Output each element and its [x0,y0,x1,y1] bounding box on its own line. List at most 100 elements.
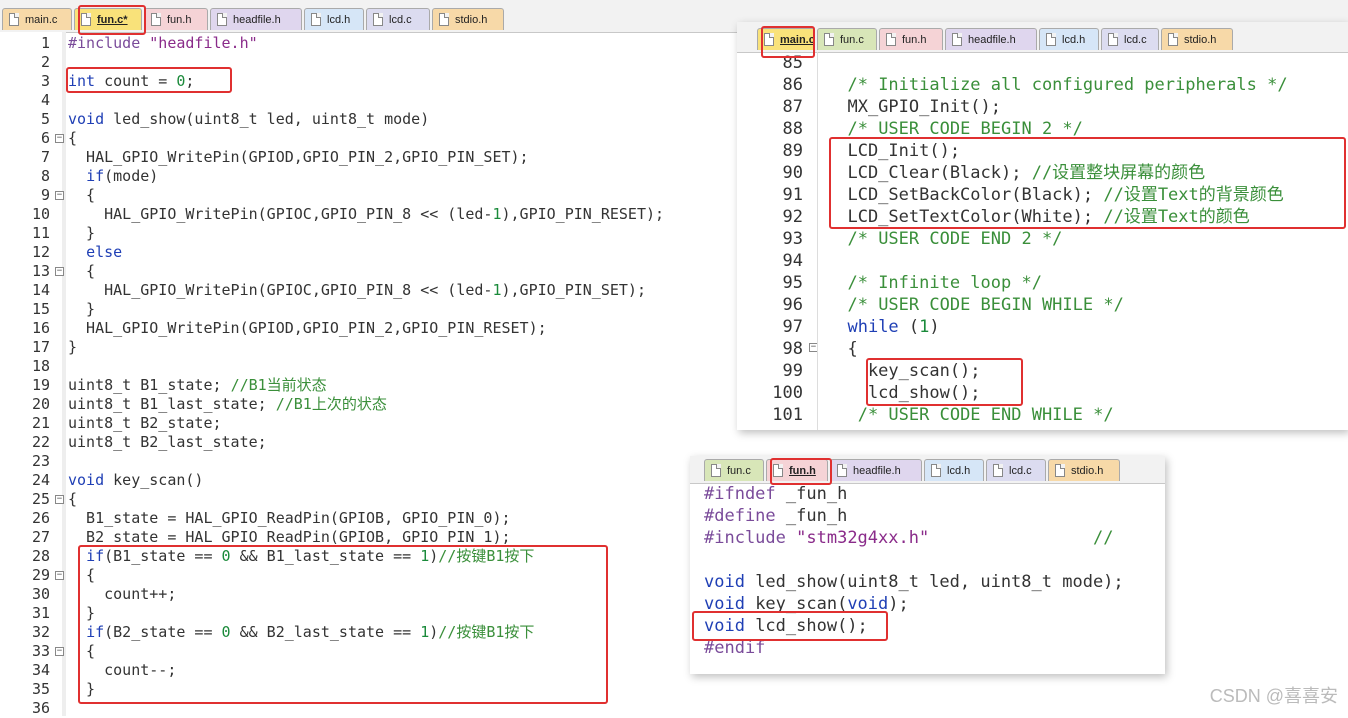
tab-lcd-c[interactable]: lcd.c [366,8,430,30]
file-icon [81,13,91,26]
code-line: } [68,224,96,242]
tab-headfile-h[interactable]: headfile.h [830,459,922,481]
line-number: 19 [31,376,50,394]
line-number: 31 [31,604,50,622]
line-number: 16 [31,319,50,337]
file-icon [439,13,449,26]
code-line: /* USER CODE END 2 */ [847,229,1063,249]
code-line: { [68,566,96,584]
fold-toggle-icon[interactable]: − [55,191,64,200]
line-number: 3 [40,72,50,90]
fold-toggle-icon[interactable]: − [55,571,64,580]
file-icon [1046,33,1056,46]
code-line: } [68,604,96,622]
code-line: /* Initialize all configured peripherals… [847,75,1288,95]
file-icon [824,33,834,46]
code-line: /* Infinite loop */ [847,273,1042,293]
code-line: void led_show(uint8_t led, uint8_t mode) [68,110,430,128]
tab-label: lcd.h [327,13,351,26]
line-number: 6 [40,129,50,147]
code-line: if(B1_state == 0 && B1_last_state == 1)/… [86,547,535,565]
line-number: 29 [31,566,50,584]
code-line: count++; [68,585,177,603]
line-number: 22 [31,433,50,451]
watermark: CSDN @喜喜安 [1209,686,1338,706]
line-number: 21 [31,414,50,432]
line-number: 15 [31,300,50,318]
fold-toggle-icon[interactable]: − [55,647,64,656]
tab-label: stdio.h [455,13,488,26]
code-line: { [68,262,96,280]
file-icon [1108,33,1118,46]
line-number: 8 [40,167,50,185]
line-number: 5 [40,110,50,128]
main-c-tab-bar: main.c fun.c fun.h headfile.h lcd.h lcd.c stdi… [737,22,1348,53]
tab-main-c[interactable]: main.c [757,28,815,50]
file-icon [217,13,227,26]
fold-toggle-icon[interactable]: − [55,134,64,143]
code-line: B1_state = HAL_GPIO_ReadPin(GPIOB, GPIO_… [68,509,511,527]
tab-lcd-c[interactable]: lcd.c [986,459,1046,481]
line-number: 12 [31,243,50,261]
code-line: HAL_GPIO_WritePin(GPIOC,GPIO_PIN_8 << (l… [68,281,646,299]
code-line: void key_scan(void); [704,594,909,614]
tab-fun-c[interactable]: fun.c [704,459,764,481]
tab-fun-h[interactable]: fun.h [879,28,943,50]
tab-label: headfile.h [233,13,281,26]
tab-fun-c-[interactable]: fun.c* [74,8,142,30]
code-line: HAL_GPIO_WritePin(GPIOD,GPIO_PIN_2,GPIO_… [68,319,547,337]
code-line: #endif [704,638,766,658]
tab-main-c[interactable]: main.c [2,8,72,30]
fold-toggle-icon[interactable]: − [55,267,64,276]
fold-toggle-icon[interactable]: − [55,495,64,504]
code-line: uint8_t B1_state; //B1当前状态 [68,376,327,394]
line-number: 10 [31,205,50,223]
code-line: count--; [68,661,177,679]
tab-label: fun.h [902,33,927,46]
tab-headfile-h[interactable]: headfile.h [210,8,302,30]
tab-label: stdio.h [1071,464,1104,477]
line-number: 23 [31,452,50,470]
code-line: void key_scan() [68,471,204,489]
fun-h-tab-bar: fun.c fun.h headfile.h lcd.h lcd.c stdio.h [690,456,1165,484]
code-line: #ifndef _fun_h [704,484,848,504]
code-line: { [68,490,78,508]
code-line: lcd_show(); [827,383,981,403]
tab-lcd-h[interactable]: lcd.h [924,459,984,481]
tab-headfile-h[interactable]: headfile.h [945,28,1037,50]
tab-stdio-h[interactable]: stdio.h [432,8,504,30]
tab-lcd-c[interactable]: lcd.c [1101,28,1159,50]
file-icon [151,13,161,26]
line-number: 11 [31,224,50,242]
tab-fun-c[interactable]: fun.c [817,28,877,50]
line-number: 14 [31,281,50,299]
tab-label: main.c [25,13,58,26]
line-number: 25 [31,490,50,508]
tab-stdio-h[interactable]: stdio.h [1161,28,1233,50]
tab-stdio-h[interactable]: stdio.h [1048,459,1120,481]
tab-label: lcd.h [947,464,971,477]
tab-lcd-h[interactable]: lcd.h [304,8,364,30]
line-number: 88 [782,119,803,139]
code-line: while (1) [847,317,940,337]
file-icon [952,33,962,46]
line-number: 32 [31,623,50,641]
code-line: uint8_t B2_state; [68,414,222,432]
file-icon [1168,33,1178,46]
code-line: #define _fun_h [704,506,848,526]
code-line: if(B2_state == 0 && B2_last_state == 1)/… [86,623,535,641]
line-number: 27 [31,528,50,546]
tab-fun-h[interactable]: fun.h [766,459,828,481]
tab-fun-h[interactable]: fun.h [144,8,208,30]
tab-label: fun.h [167,13,192,26]
code-line: { [68,642,96,660]
line-number: 9 [40,186,50,204]
file-icon [837,464,847,477]
line-number: 93 [782,229,803,249]
code-line: } [68,300,96,318]
line-number: 86 [782,75,803,95]
tab-lcd-h[interactable]: lcd.h [1039,28,1099,50]
file-icon [773,464,783,477]
line-number: 18 [31,357,50,375]
file-icon [311,13,321,26]
